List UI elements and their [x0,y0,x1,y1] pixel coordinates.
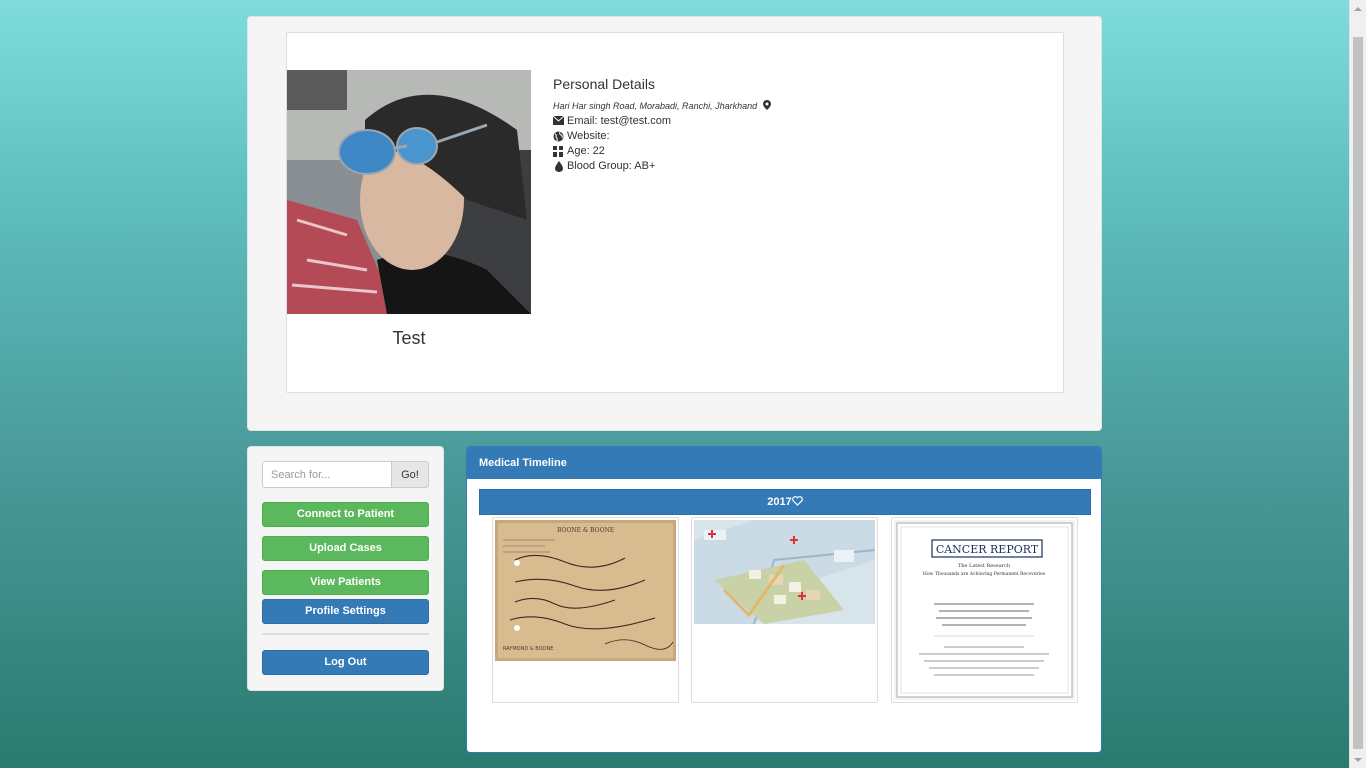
heart-icon [791,496,803,508]
page-scrollbar[interactable] [1349,0,1366,768]
cancer-report-image: CANCER REPORT The Latest Research How Th… [894,520,1075,700]
globe-icon [553,131,564,142]
address-row: Hari Har singh Road, Morabadi, Ranchi, J… [553,100,1053,111]
view-patients-button[interactable]: View Patients [262,570,429,595]
case-thumbnail[interactable] [691,517,878,703]
medical-timeline-panel: Medical Timeline 2017 BOONE & BOONE RAYM… [466,446,1102,753]
case-thumbnail[interactable]: BOONE & BOONE RAYMOND & BOONE [492,517,679,703]
prescription-header: BOONE & BOONE [557,527,614,534]
case-thumbnail[interactable]: CANCER REPORT The Latest Research How Th… [891,517,1078,703]
upload-cases-button[interactable]: Upload Cases [262,536,429,561]
envelope-icon [552,115,565,127]
details-title: Personal Details [553,76,655,92]
website-text: Website: [567,130,610,142]
website-row: Website: [553,129,1053,144]
search-input[interactable] [262,461,391,488]
age-text: Age: 22 [567,145,605,157]
search-go-button[interactable]: Go! [391,461,429,488]
blood-group-row: Blood Group: AB+ [553,159,1053,174]
timeline-heading: Medical Timeline [467,447,1101,479]
report-tagline: How Thousands are Achieving Permanent Re… [923,571,1046,577]
personal-details: Personal Details Hari Har singh Road, Mo… [552,76,1053,174]
profile-card: Test Personal Details Hari Har singh Roa… [286,32,1064,393]
scroll-up-icon[interactable] [1350,0,1366,17]
users-icon [553,146,564,157]
connect-to-patient-button[interactable]: Connect to Patient [262,502,429,527]
sidebar-divider [262,633,429,635]
avatar [287,70,531,314]
profile-settings-button[interactable]: Profile Settings [262,599,429,624]
scroll-down-icon[interactable] [1350,751,1366,768]
prescription-image: BOONE & BOONE RAYMOND & BOONE [495,520,676,661]
profile-well: Test Personal Details Hari Har singh Roa… [247,16,1102,431]
email-text: Email: test@test.com [567,115,672,127]
sidebar: Go! Connect to Patient Upload Cases View… [247,446,444,691]
search-group: Go! [262,461,429,488]
prescription-footer: RAYMOND & BOONE [503,646,553,652]
blood-group-text: Blood Group: AB+ [567,160,656,172]
age-row: Age: 22 [553,144,1053,159]
profile-name: Test [392,328,426,348]
email-row: Email: test@test.com [552,114,1053,129]
aerial-map-image [694,520,875,624]
scrollbar-thumb[interactable] [1353,37,1363,749]
address-text: Hari Har singh Road, Morabadi, Ranchi, J… [553,100,758,111]
report-subtitle: The Latest Research [958,563,1011,569]
year-label: 2017 [767,496,792,508]
year-header[interactable]: 2017 [479,489,1091,515]
map-marker-icon [761,100,772,111]
log-out-button[interactable]: Log Out [262,650,429,675]
drop-icon [553,161,564,172]
report-title: CANCER REPORT [936,543,1039,556]
